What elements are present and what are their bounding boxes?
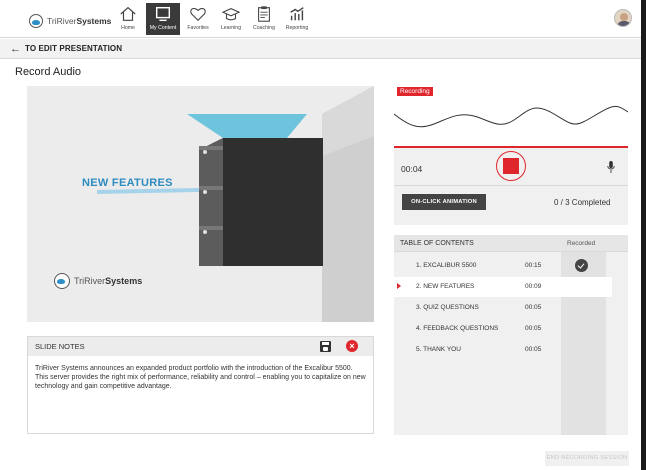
toc-row-duration: 00:05 <box>525 325 542 332</box>
back-label: TO EDIT PRESENTATION <box>25 44 123 53</box>
toc-row-duration: 00:05 <box>525 304 542 311</box>
toc-row-label: 1. EXCALIBUR 5500 <box>416 262 477 269</box>
slide-notes-text[interactable]: TriRiver Systems announces an expanded p… <box>28 356 373 400</box>
toc-header: TABLE OF CONTENTS Recorded <box>394 235 628 252</box>
toc-row[interactable]: 4. FEEDBACK QUESTIONS 00:05 <box>394 319 612 339</box>
toc-row[interactable]: 1. EXCALIBUR 5500 00:15 <box>394 256 612 276</box>
graduation-cap-icon <box>222 8 240 21</box>
toc-row-duration: 00:05 <box>525 346 542 353</box>
save-icon[interactable] <box>320 341 331 352</box>
recording-progress-line <box>394 146 628 148</box>
toc-row-label: 5. THANK YOU <box>416 346 461 353</box>
toc-row[interactable]: 3. QUIZ QUESTIONS 00:05 <box>394 298 612 318</box>
waveform-area: Recording <box>394 84 628 146</box>
completed-count: 0 / 3 Completed <box>554 198 611 207</box>
nav-label: Learning <box>220 25 242 31</box>
brand-logo-icon <box>54 273 70 289</box>
current-slide-pointer-icon <box>397 283 401 289</box>
page-title: Record Audio <box>15 66 82 78</box>
toc-row-current[interactable]: 2. NEW FEATURES 00:09 <box>394 277 612 297</box>
on-click-animation-button[interactable]: ON-CLICK ANIMATION <box>402 194 486 210</box>
nav-label: My Content <box>149 25 177 31</box>
toc-row-duration: 00:09 <box>525 283 542 290</box>
top-bar: TriRiverSystems Home My Content Favorite… <box>0 0 646 38</box>
nav-label: Reporting <box>285 25 309 31</box>
nav-item-home[interactable]: Home <box>113 3 143 35</box>
home-icon <box>120 6 136 21</box>
nav-label: Coaching <box>253 25 275 31</box>
nav-item-coaching[interactable]: Coaching <box>249 3 279 35</box>
heart-icon <box>190 8 206 22</box>
slide-preview: NEW FEATURES TriRiverSystems <box>27 86 374 322</box>
brand-name: TriRiverSystems <box>47 16 112 26</box>
end-recording-session-button[interactable]: END RECORDING SESSION <box>545 451 629 466</box>
toc-row-label: 4. FEEDBACK QUESTIONS <box>416 325 499 332</box>
check-icon <box>575 259 588 272</box>
main-nav: Home My Content Favorites Learning Coach… <box>113 3 315 35</box>
toc-row-duration: 00:15 <box>525 262 542 269</box>
brand-logo[interactable]: TriRiverSystems <box>29 13 111 29</box>
slide-notes-title: SLIDE NOTES <box>35 342 85 351</box>
toc-recorded-header: Recorded <box>567 240 596 247</box>
table-of-contents: TABLE OF CONTENTS Recorded 1. EXCALIBUR … <box>394 235 628 435</box>
slide-brand-name: TriRiverSystems <box>74 276 143 286</box>
slide-notes-header: SLIDE NOTES × <box>28 337 373 356</box>
slide-notes-panel: SLIDE NOTES × TriRiver Systems announces… <box>27 336 374 434</box>
divider <box>394 185 628 186</box>
window-edge <box>641 0 646 470</box>
close-icon[interactable]: × <box>346 340 358 352</box>
toc-row-label: 2. NEW FEATURES <box>416 283 475 290</box>
nav-item-my-content[interactable]: My Content <box>146 3 180 35</box>
back-link[interactable]: ← TO EDIT PRESENTATION <box>0 39 646 59</box>
nav-label: Favorites <box>187 25 209 31</box>
slide-brand-logo: TriRiverSystems <box>54 273 142 289</box>
nav-item-learning[interactable]: Learning <box>216 3 246 35</box>
audio-waveform <box>394 106 628 128</box>
slide-heading: NEW FEATURES <box>82 177 173 189</box>
nav-label: Home <box>121 25 135 31</box>
bar-chart-icon <box>290 7 304 21</box>
clipboard-icon <box>258 6 270 22</box>
toc-row[interactable]: 5. THANK YOU 00:05 <box>394 340 612 360</box>
toc-row-label: 3. QUIZ QUESTIONS <box>416 304 479 311</box>
recording-panel: Recording 00:04 ON-CLICK ANIMATION 0 / 3… <box>394 84 628 225</box>
nav-item-favorites[interactable]: Favorites <box>183 3 213 35</box>
elapsed-time: 00:04 <box>401 164 423 174</box>
user-avatar[interactable] <box>614 9 632 27</box>
nav-item-reporting[interactable]: Reporting <box>282 3 312 35</box>
folder-icon <box>155 6 171 22</box>
stop-recording-button[interactable] <box>496 151 526 181</box>
brand-logo-icon <box>29 14 43 28</box>
toc-title: TABLE OF CONTENTS <box>400 240 474 247</box>
arrow-left-icon: ← <box>10 42 21 55</box>
microphone-icon[interactable] <box>607 161 615 173</box>
